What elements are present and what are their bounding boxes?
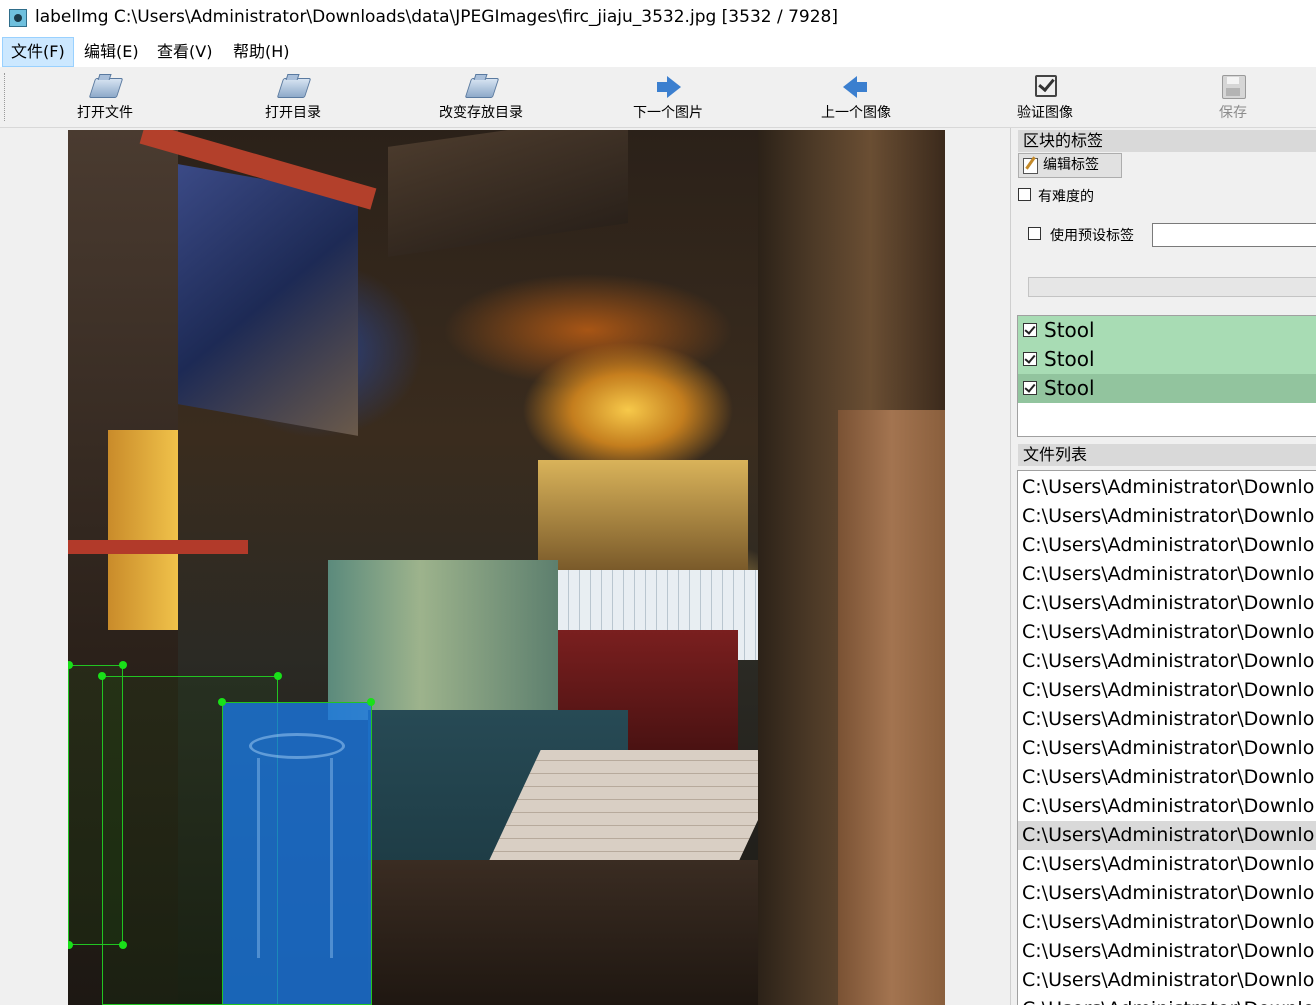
file-list[interactable]: C:\Users\Administrator\Downlo C:\Users\Ad…	[1017, 470, 1316, 1005]
title-bar: labelImg C:\Users\Administrator\Download…	[0, 0, 1316, 37]
labelimg-app-icon	[9, 9, 27, 27]
verify-image-button[interactable]: 验证图像	[990, 69, 1100, 125]
photo-region	[328, 560, 558, 720]
menu-bar: 文件(F) 编辑(E) 查看(V) 帮助(H)	[0, 37, 1316, 67]
label-visible-checkbox[interactable]	[1023, 352, 1037, 366]
file-list-item[interactable]: C:\Users\Administrator\Downlo	[1018, 531, 1316, 560]
box-labels-header: 区块的标签	[1018, 130, 1316, 152]
file-list-item[interactable]: C:\Users\Administrator\Downlo	[1018, 734, 1316, 763]
label-item-text: Stool	[1044, 347, 1095, 371]
difficult-checkbox[interactable]	[1018, 188, 1031, 201]
open-file-button[interactable]: 打开文件	[50, 69, 160, 125]
box-vertex-handle[interactable]	[119, 941, 127, 949]
label-list[interactable]: Stool Stool Stool	[1017, 315, 1316, 437]
toolbar-grip[interactable]	[4, 73, 8, 121]
folder-open-icon	[88, 72, 124, 100]
file-list-item[interactable]: C:\Users\Administrator\Downlo	[1018, 647, 1316, 676]
label-combo-box[interactable]	[1028, 277, 1316, 297]
file-list-item[interactable]: C:\Users\Administrator\Downlo	[1018, 937, 1316, 966]
label-list-item[interactable]: Stool	[1018, 316, 1316, 345]
verify-image-label: 验证图像	[1017, 105, 1073, 121]
label-visible-checkbox[interactable]	[1023, 381, 1037, 395]
save-button[interactable]: 保存	[1178, 69, 1288, 125]
box-vertex-handle[interactable]	[119, 661, 127, 669]
prev-image-button[interactable]: 上一个图像	[801, 69, 911, 125]
open-dir-label: 打开目录	[265, 105, 321, 121]
toolbar: 打开文件 打开目录 改变存放目录 下一个图片 上一个图像 验证图像 保存	[0, 67, 1316, 128]
label-visible-checkbox[interactable]	[1023, 323, 1037, 337]
use-default-label-text: 使用预设标签	[1050, 228, 1134, 244]
label-list-item-selected[interactable]: Stool	[1018, 374, 1316, 403]
use-default-label-checkbox[interactable]	[1028, 227, 1041, 240]
photo-region	[388, 130, 628, 257]
folder-open-icon	[276, 72, 312, 100]
arrow-left-icon	[841, 72, 871, 100]
menu-file[interactable]: 文件(F)	[2, 37, 74, 67]
file-list-item[interactable]: C:\Users\Administrator\Downlo	[1018, 502, 1316, 531]
edit-label-text: 编辑标签	[1043, 157, 1099, 173]
file-list-item[interactable]: C:\Users\Administrator\Downlo	[1018, 995, 1316, 1005]
file-list-item[interactable]: C:\Users\Administrator\Downlo	[1018, 618, 1316, 647]
photo-region	[68, 540, 248, 554]
photo-region	[108, 430, 178, 630]
change-save-dir-button[interactable]: 改变存放目录	[426, 69, 536, 125]
bounding-box-stool-selected[interactable]	[222, 702, 372, 1005]
folder-open-icon	[464, 72, 500, 100]
edit-pencil-icon	[1023, 158, 1038, 174]
open-dir-button[interactable]: 打开目录	[238, 69, 348, 125]
file-list-item[interactable]: C:\Users\Administrator\Downlo	[1018, 589, 1316, 618]
file-list-item[interactable]: C:\Users\Administrator\Downlo	[1018, 908, 1316, 937]
open-file-label: 打开文件	[77, 105, 133, 121]
file-list-header: 文件列表	[1018, 444, 1316, 466]
file-list-item[interactable]: C:\Users\Administrator\Downlo	[1018, 850, 1316, 879]
file-list-item[interactable]: C:\Users\Administrator\Downlo	[1018, 763, 1316, 792]
photo-region	[368, 860, 768, 1005]
box-vertex-handle[interactable]	[218, 698, 226, 706]
annotated-photo[interactable]	[68, 130, 945, 1005]
prev-image-label: 上一个图像	[821, 105, 891, 121]
next-image-label: 下一个图片	[633, 105, 703, 121]
photo-region	[178, 164, 358, 436]
change-save-dir-label: 改变存放目录	[439, 105, 523, 121]
file-list-item[interactable]: C:\Users\Administrator\Downlo	[1018, 676, 1316, 705]
menu-view[interactable]: 查看(V)	[149, 37, 220, 67]
file-list-item[interactable]: C:\Users\Administrator\Downlo	[1018, 792, 1316, 821]
file-list-item[interactable]: C:\Users\Administrator\Downlo	[1018, 560, 1316, 589]
photo-region	[538, 460, 748, 570]
window-title: labelImg C:\Users\Administrator\Download…	[35, 7, 839, 27]
next-image-button[interactable]: 下一个图片	[613, 69, 723, 125]
box-vertex-handle[interactable]	[274, 672, 282, 680]
checkbox-icon	[1030, 72, 1060, 100]
image-canvas[interactable]	[2, 128, 1011, 1005]
default-label-input[interactable]	[1152, 223, 1316, 247]
right-dock: 区块的标签 编辑标签 有难度的 使用预设标签 Stool Stool Stool…	[1014, 128, 1316, 1005]
box-vertex-handle[interactable]	[98, 672, 106, 680]
box-vertex-handle[interactable]	[367, 698, 375, 706]
file-list-item[interactable]: C:\Users\Administrator\Downlo	[1018, 821, 1316, 850]
label-list-item[interactable]: Stool	[1018, 345, 1316, 374]
label-item-text: Stool	[1044, 376, 1095, 400]
file-list-item[interactable]: C:\Users\Administrator\Downlo	[1018, 473, 1316, 502]
arrow-right-icon	[653, 72, 683, 100]
menu-edit[interactable]: 编辑(E)	[76, 37, 147, 67]
menu-help[interactable]: 帮助(H)	[225, 37, 298, 67]
photo-region	[838, 410, 945, 1005]
floppy-disk-icon	[1218, 72, 1248, 100]
difficult-label: 有难度的	[1038, 189, 1094, 205]
save-label: 保存	[1219, 105, 1247, 121]
file-list-item[interactable]: C:\Users\Administrator\Downlo	[1018, 705, 1316, 734]
label-item-text: Stool	[1044, 318, 1095, 342]
file-list-item[interactable]: C:\Users\Administrator\Downlo	[1018, 966, 1316, 995]
file-list-item[interactable]: C:\Users\Administrator\Downlo	[1018, 879, 1316, 908]
edit-label-button[interactable]: 编辑标签	[1018, 153, 1122, 178]
